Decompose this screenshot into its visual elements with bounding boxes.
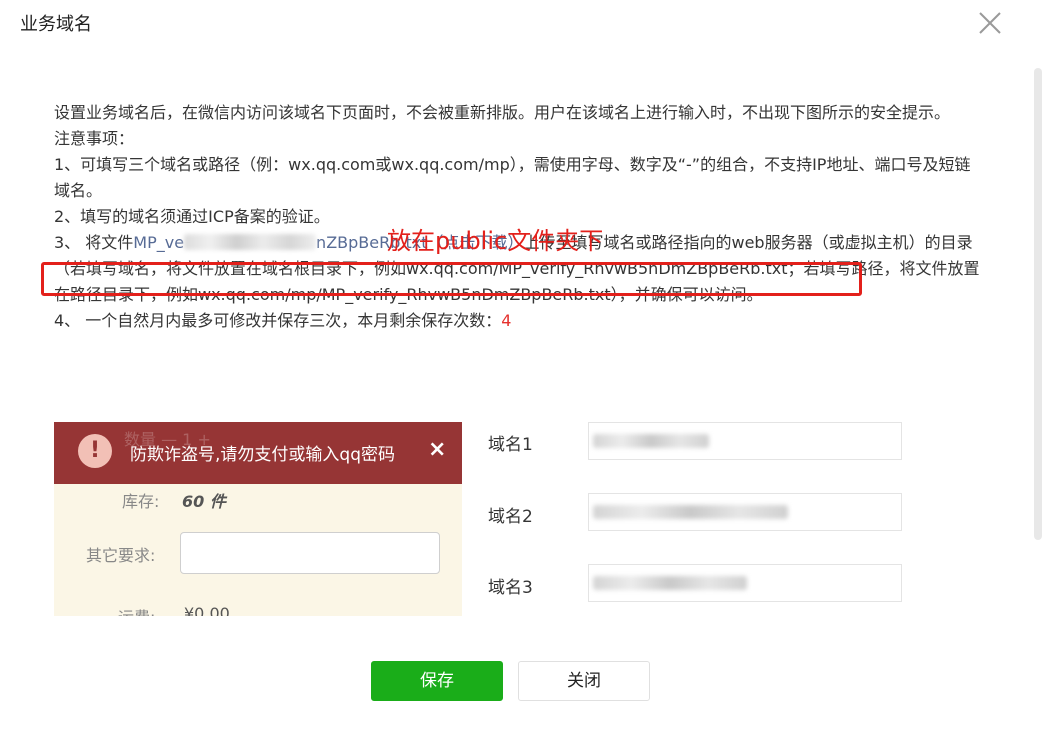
requirements-input [180, 532, 440, 574]
note-3-prefix: 3、 将文件 [54, 233, 134, 252]
verify-file-link[interactable]: MP_ve nZBpBeRb.txt [133, 233, 427, 252]
note-4: 4、 一个自然月内最多可修改并保存三次，本月剩余保存次数：4 [54, 311, 512, 330]
warning-bar: 数量 — 1 + ! 防欺诈盗号,请勿支付或输入qq密码 × [54, 422, 462, 484]
dialog-title: 业务域名 [20, 14, 92, 35]
note-1: 1、可填写三个域名或路径（例：wx.qq.com或wx.qq.com/mp），需… [54, 155, 971, 200]
domain-1-input[interactable] [588, 422, 902, 460]
exclamation-icon: ! [78, 434, 112, 468]
close-button[interactable]: 关闭 [518, 661, 650, 701]
intro-text: 设置业务域名后，在微信内访问该域名下页面时，不会被重新排版。用户在该域名上进行输… [54, 103, 951, 122]
scrollbar[interactable] [1034, 68, 1042, 540]
notes-heading: 注意事项： [54, 129, 135, 148]
domain-3-input[interactable] [588, 564, 902, 602]
annotation-text: 放在public文件夹下 [387, 227, 604, 255]
domain-2-label: 域名2 [488, 507, 533, 527]
domain-3-value [593, 576, 747, 590]
domain-3-label: 域名3 [488, 578, 533, 598]
shipping-value: ¥0.00 [184, 604, 230, 616]
domain-settings-dialog: 业务域名 设置业务域名后，在微信内访问该域名下页面时，不会被重新排版。用户在该域… [0, 0, 1046, 740]
domain-1-label: 域名1 [488, 435, 533, 455]
security-warning-preview: 数量 — 1 + ! 防欺诈盗号,请勿支付或输入qq密码 × 库存: 60 件 … [54, 422, 462, 616]
instructions: 设置业务域名后，在微信内访问该域名下页面时，不会被重新排版。用户在该域名上进行输… [54, 100, 984, 334]
warning-text: 防欺诈盗号,请勿支付或输入qq密码 [130, 445, 395, 465]
remaining-count: 4 [501, 311, 512, 330]
domain-2-input[interactable] [588, 493, 902, 531]
warning-close-icon: × [428, 437, 447, 462]
redacted-filename [184, 234, 317, 250]
shipping-label: 运费: [118, 604, 155, 616]
requirements-label: 其它要求: [86, 546, 156, 565]
stock-value: 60 件 [182, 492, 226, 511]
domain-1-value [593, 434, 709, 448]
close-x-icon[interactable] [976, 9, 1004, 37]
annotation-highlight-box [41, 262, 862, 296]
stock-label: 库存: [122, 492, 160, 511]
save-button[interactable]: 保存 [371, 661, 503, 701]
domain-2-value [593, 505, 788, 519]
